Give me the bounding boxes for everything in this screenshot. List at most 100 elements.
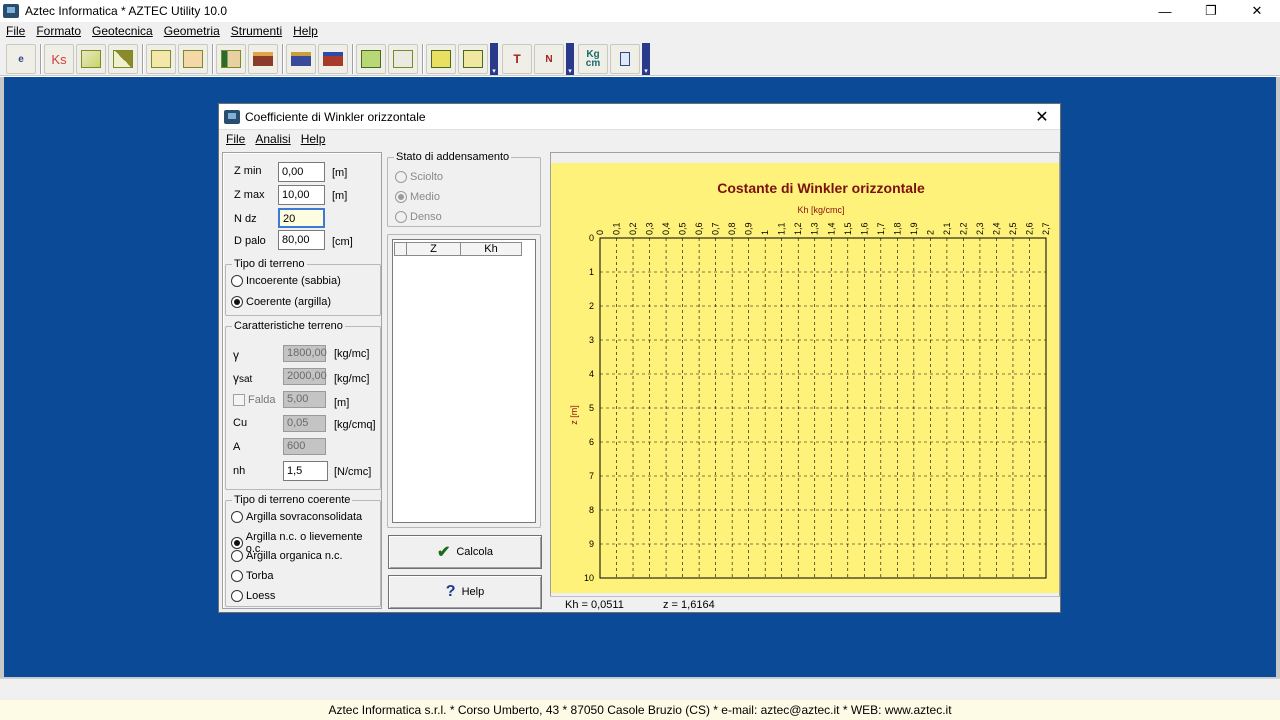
radio-coerente-dot bbox=[231, 296, 243, 308]
zmin-unit: [m] bbox=[332, 167, 348, 179]
radio-coerente[interactable]: Coerente (argilla) bbox=[231, 296, 331, 308]
stress-icon: N bbox=[545, 53, 553, 65]
radio-coerente-label: Coerente (argilla) bbox=[246, 296, 331, 308]
question-icon: ? bbox=[445, 583, 456, 600]
toolbar-dropdown-3[interactable]: ▾ bbox=[642, 43, 650, 75]
toolbar-dropdown-1[interactable]: ▾ bbox=[490, 43, 498, 75]
menu-strumenti[interactable]: Strumenti bbox=[231, 24, 282, 38]
radio-incoerente[interactable]: Incoerente (sabbia) bbox=[231, 275, 341, 287]
radio-medio[interactable]: Medio bbox=[395, 191, 440, 203]
zmin-input[interactable]: 0,00 bbox=[278, 162, 325, 182]
main-statusbar bbox=[0, 678, 1280, 700]
main-toolbar: e Ks ▾ T N ▾ Kg cm ▾ bbox=[0, 40, 1280, 76]
slope-tool-button[interactable] bbox=[76, 44, 106, 74]
layer-tool-button[interactable] bbox=[248, 44, 278, 74]
wall-tool-button[interactable] bbox=[216, 44, 246, 74]
radio-torba[interactable]: Torba bbox=[231, 570, 274, 582]
menu-help[interactable]: Help bbox=[293, 24, 318, 38]
y-tick-label: 1 bbox=[589, 267, 594, 277]
x-tick-label: 2,3 bbox=[975, 222, 985, 235]
radio-sovraconsolidata-label: Argilla sovraconsolidata bbox=[246, 511, 363, 523]
curve-tool-button[interactable] bbox=[356, 44, 386, 74]
restore-button[interactable]: ❐ bbox=[1188, 0, 1234, 22]
wave-icon bbox=[151, 50, 171, 68]
gamma-unit: [kg/mc] bbox=[334, 348, 370, 360]
minimize-button[interactable]: — bbox=[1142, 0, 1188, 22]
calculator-tool-button[interactable] bbox=[610, 44, 640, 74]
menu-formato[interactable]: Formato bbox=[36, 24, 81, 38]
x-tick-label: 1,4 bbox=[826, 222, 836, 235]
y-tick-label: 9 bbox=[589, 539, 594, 549]
calcola-button[interactable]: ✔ Calcola bbox=[388, 535, 542, 569]
plate-tool-button[interactable] bbox=[318, 44, 348, 74]
x-tick-label: 1 bbox=[760, 230, 770, 235]
settlement-tool-button[interactable] bbox=[426, 44, 456, 74]
chart-ylabel: z [m] bbox=[569, 405, 579, 425]
menu-file[interactable]: File bbox=[6, 24, 25, 38]
table-col-z[interactable]: Z bbox=[406, 242, 461, 256]
radio-denso-label: Denso bbox=[410, 211, 442, 223]
cu-unit: [kg/cmq] bbox=[334, 419, 376, 431]
winkler-dialog: Coefficiente di Winkler orizzontale ✕ Fi… bbox=[218, 103, 1061, 613]
y-tick-label: 4 bbox=[589, 369, 594, 379]
load-icon: T bbox=[513, 52, 521, 66]
ndz-input[interactable]: 20 bbox=[278, 208, 325, 228]
help-button[interactable]: ? Help bbox=[388, 575, 542, 609]
gamma-input[interactable]: 1800,00 bbox=[283, 345, 327, 362]
ks-tool-button[interactable]: Ks bbox=[44, 44, 74, 74]
gammasat-label: γsat bbox=[233, 371, 253, 385]
graph-tool-button[interactable] bbox=[458, 44, 488, 74]
kh-readout: Kh = 0,0511 bbox=[565, 599, 624, 611]
y-tick-label: 7 bbox=[589, 471, 594, 481]
units-tool-button[interactable]: Kg cm bbox=[578, 44, 608, 74]
units-icon: Kg cm bbox=[586, 50, 600, 69]
caratteristiche-title: Caratteristiche terreno bbox=[232, 320, 345, 332]
radio-sciolto[interactable]: Sciolto bbox=[395, 171, 443, 183]
radio-torba-dot bbox=[231, 570, 243, 582]
load-tool-button[interactable]: T bbox=[502, 44, 532, 74]
menu-geotecnica[interactable]: Geotecnica bbox=[92, 24, 153, 38]
calcola-label: Calcola bbox=[456, 546, 494, 558]
plate-icon bbox=[323, 52, 343, 66]
close-button[interactable]: ✕ bbox=[1234, 0, 1280, 22]
results-table[interactable]: Z Kh bbox=[392, 239, 536, 523]
wave-tool-button[interactable] bbox=[146, 44, 176, 74]
stress-tool-button[interactable]: N bbox=[534, 44, 564, 74]
dpalo-unit: [cm] bbox=[332, 236, 353, 248]
dpalo-input[interactable]: 80,00 bbox=[278, 230, 325, 250]
x-tick-label: 0 bbox=[595, 230, 605, 235]
calculator-icon bbox=[620, 52, 630, 66]
toolbar-dropdown-2[interactable]: ▾ bbox=[566, 43, 574, 75]
symbols-tool-button[interactable]: e bbox=[6, 44, 36, 74]
section-tool-button[interactable] bbox=[108, 44, 138, 74]
x-tick-label: 0,2 bbox=[628, 222, 638, 235]
zmax-input[interactable]: 10,00 bbox=[278, 185, 325, 205]
radio-organica[interactable]: Argilla organica n.c. bbox=[231, 550, 343, 562]
dialog-menu-analisi[interactable]: Analisi bbox=[255, 132, 290, 146]
dialog-close-button[interactable]: ✕ bbox=[1032, 107, 1052, 127]
arc-tool-button[interactable] bbox=[178, 44, 208, 74]
dialog-menu-help[interactable]: Help bbox=[301, 132, 326, 146]
toolbar-separator bbox=[142, 44, 144, 74]
falda-input[interactable]: 5,00 bbox=[283, 391, 326, 408]
radio-sciolto-label: Sciolto bbox=[410, 171, 444, 183]
foundation-tool-button[interactable] bbox=[286, 44, 316, 74]
winkler-chart[interactable]: Costante di Winkler orizzontale Kh [kg/c… bbox=[551, 153, 1059, 593]
falda-checkbox[interactable] bbox=[233, 394, 245, 406]
nh-input[interactable]: 1,5 bbox=[283, 461, 328, 481]
radio-loess[interactable]: Loess bbox=[231, 590, 275, 602]
cu-input[interactable]: 0,05 bbox=[283, 415, 326, 432]
radio-denso[interactable]: Denso bbox=[395, 211, 442, 223]
dialog-menu-file[interactable]: File bbox=[226, 132, 245, 146]
nh-unit: [N/cmc] bbox=[334, 466, 372, 478]
chart-statusbar: Kh = 0,0511 z = 1,6164 bbox=[550, 596, 1060, 612]
diagram-tool-button[interactable] bbox=[388, 44, 418, 74]
radio-sovraconsolidata[interactable]: Argilla sovraconsolidata bbox=[231, 511, 362, 523]
radio-incoerente-label: Incoerente (sabbia) bbox=[246, 275, 341, 287]
footer-info: Aztec Informatica s.r.l. * Corso Umberto… bbox=[0, 700, 1280, 720]
gammasat-input[interactable]: 2000,00 bbox=[283, 368, 327, 385]
table-col-kh[interactable]: Kh bbox=[460, 242, 522, 256]
a-input[interactable]: 600 bbox=[283, 438, 326, 455]
ndz-label: N dz bbox=[234, 213, 257, 225]
menu-geometria[interactable]: Geometria bbox=[164, 24, 220, 38]
